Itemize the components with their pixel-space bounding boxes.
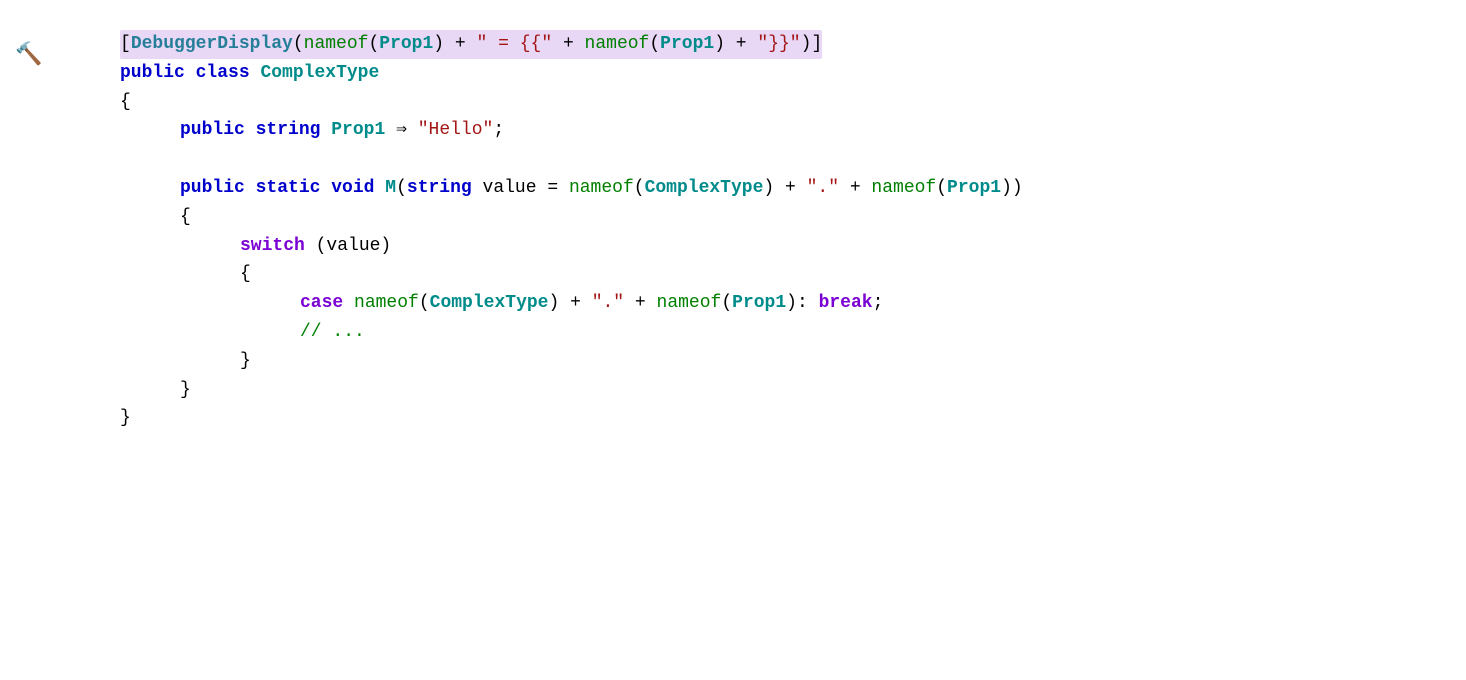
token <box>245 116 256 145</box>
token: ; <box>873 289 884 318</box>
token: class <box>196 59 250 88</box>
token: nameof <box>569 174 634 203</box>
token: ( <box>396 174 407 203</box>
token: + <box>552 34 584 54</box>
token: static <box>256 174 321 203</box>
token: // ... <box>300 318 365 347</box>
token <box>320 116 331 145</box>
token: nameof <box>354 289 419 318</box>
token: "}}" <box>757 34 800 54</box>
token: ) <box>801 34 812 54</box>
token: } <box>240 347 251 376</box>
token: nameof <box>304 34 369 54</box>
token: break <box>819 289 873 318</box>
token: ] <box>811 34 822 54</box>
token: Prop1 <box>379 34 433 54</box>
token: { <box>180 203 191 232</box>
token: ) + <box>763 174 806 203</box>
token: "." <box>807 174 839 203</box>
code-line: { <box>0 88 1466 117</box>
token: DebuggerDisplay <box>131 34 293 54</box>
token: ): <box>786 289 818 318</box>
token: ( <box>936 174 947 203</box>
token: ) <box>433 34 444 54</box>
code-line: { <box>0 203 1466 232</box>
token: ) + <box>548 289 591 318</box>
token: } <box>120 404 131 433</box>
token: ( <box>634 174 645 203</box>
token: ( <box>419 289 430 318</box>
code-line: switch (value) <box>0 232 1466 261</box>
code-line: [DebuggerDisplay(nameof(Prop1) + " = {{"… <box>0 30 1466 59</box>
token: value = <box>472 174 569 203</box>
token: string <box>256 116 321 145</box>
token: string <box>407 174 472 203</box>
code-line: { <box>0 260 1466 289</box>
token: + <box>624 289 656 318</box>
token: ( <box>721 289 732 318</box>
token: " = {{" <box>477 34 553 54</box>
token <box>374 174 385 203</box>
token: public <box>120 59 185 88</box>
token: nameof <box>585 34 650 54</box>
token: void <box>331 174 374 203</box>
code-line: } <box>0 376 1466 405</box>
token <box>343 289 354 318</box>
token: public <box>180 174 245 203</box>
code-container: 🔨 [DebuggerDisplay(nameof(Prop1) + " = {… <box>0 20 1466 443</box>
code-line: case nameof(ComplexType) + "." + nameof(… <box>0 289 1466 318</box>
code-line: } <box>0 347 1466 376</box>
code-line: public class ComplexType <box>0 59 1466 88</box>
token: [ <box>120 34 131 54</box>
token: ⇒ <box>385 116 417 145</box>
token: { <box>240 260 251 289</box>
code-line: public string Prop1 ⇒ "Hello"; <box>0 116 1466 145</box>
token <box>320 174 331 203</box>
code-line: public static void M(string value = name… <box>0 174 1466 203</box>
token: switch <box>240 232 305 261</box>
token: ComplexType <box>430 289 549 318</box>
token: "Hello" <box>418 116 494 145</box>
token: + <box>839 174 871 203</box>
code-line <box>0 145 1466 174</box>
token: ( <box>649 34 660 54</box>
token: )) <box>1001 174 1023 203</box>
token: { <box>120 88 131 117</box>
token: nameof <box>657 289 722 318</box>
token: (value) <box>305 232 391 261</box>
token: ( <box>368 34 379 54</box>
token <box>250 59 261 88</box>
token: ( <box>293 34 304 54</box>
token: public <box>180 116 245 145</box>
token: Prop1 <box>732 289 786 318</box>
token: Prop1 <box>947 174 1001 203</box>
attribute-highlight: [DebuggerDisplay(nameof(Prop1) + " = {{"… <box>120 30 822 59</box>
token: case <box>300 289 343 318</box>
token: ; <box>493 116 504 145</box>
token: "." <box>592 289 624 318</box>
token: Prop1 <box>660 34 714 54</box>
code-line: } <box>0 404 1466 433</box>
token: ComplexType <box>645 174 764 203</box>
token: M <box>385 174 396 203</box>
code-line: // ... <box>0 318 1466 347</box>
token: + <box>444 34 476 54</box>
token: ) <box>714 34 725 54</box>
token: } <box>180 376 191 405</box>
token <box>245 174 256 203</box>
token: nameof <box>871 174 936 203</box>
token: Prop1 <box>331 116 385 145</box>
token: + <box>725 34 757 54</box>
token <box>185 59 196 88</box>
token: ComplexType <box>260 59 379 88</box>
